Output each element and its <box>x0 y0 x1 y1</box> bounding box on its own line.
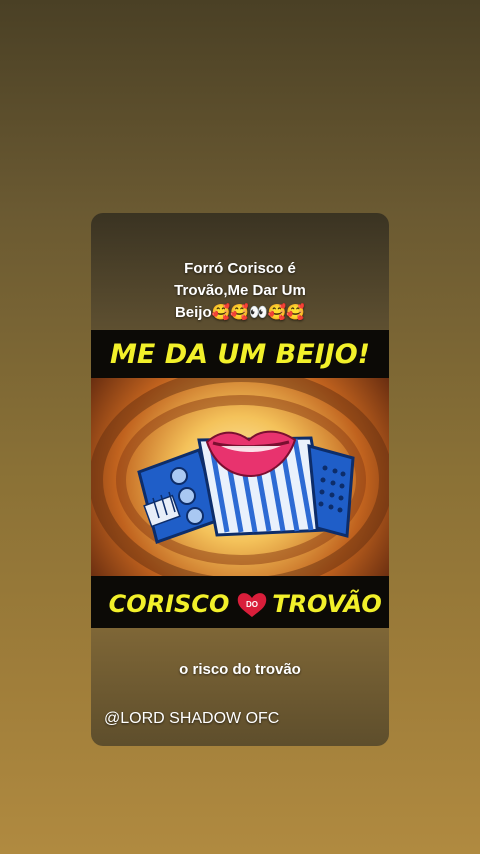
artwork-badge-text: DO <box>246 600 258 609</box>
album-artwork: ME DA UM BEIJO! CORISCO DO TROVÃO <box>91 330 389 628</box>
artwork-bottom-left: CORISCO <box>109 590 230 618</box>
artwork-bottom-right: TROVÃO <box>272 589 382 618</box>
caption-line-2: Trovão,Me Dar Um <box>174 282 306 299</box>
video-subtitle: o risco do trovão <box>179 661 301 678</box>
caption-line-1: Forró Corisco é <box>184 260 296 277</box>
caption-line-3: Beijo🥰🥰👀🥰🥰 <box>174 304 306 321</box>
post-caption: Forró Corisco é Trovão,Me Dar Um Beijo🥰🥰… <box>91 258 389 324</box>
author-handle[interactable]: @LORD SHADOW OFC <box>104 710 279 728</box>
video-card[interactable]: Forró Corisco é Trovão,Me Dar Um Beijo🥰🥰… <box>91 213 389 746</box>
artwork-top-text: ME DA UM BEIJO! <box>110 339 370 370</box>
